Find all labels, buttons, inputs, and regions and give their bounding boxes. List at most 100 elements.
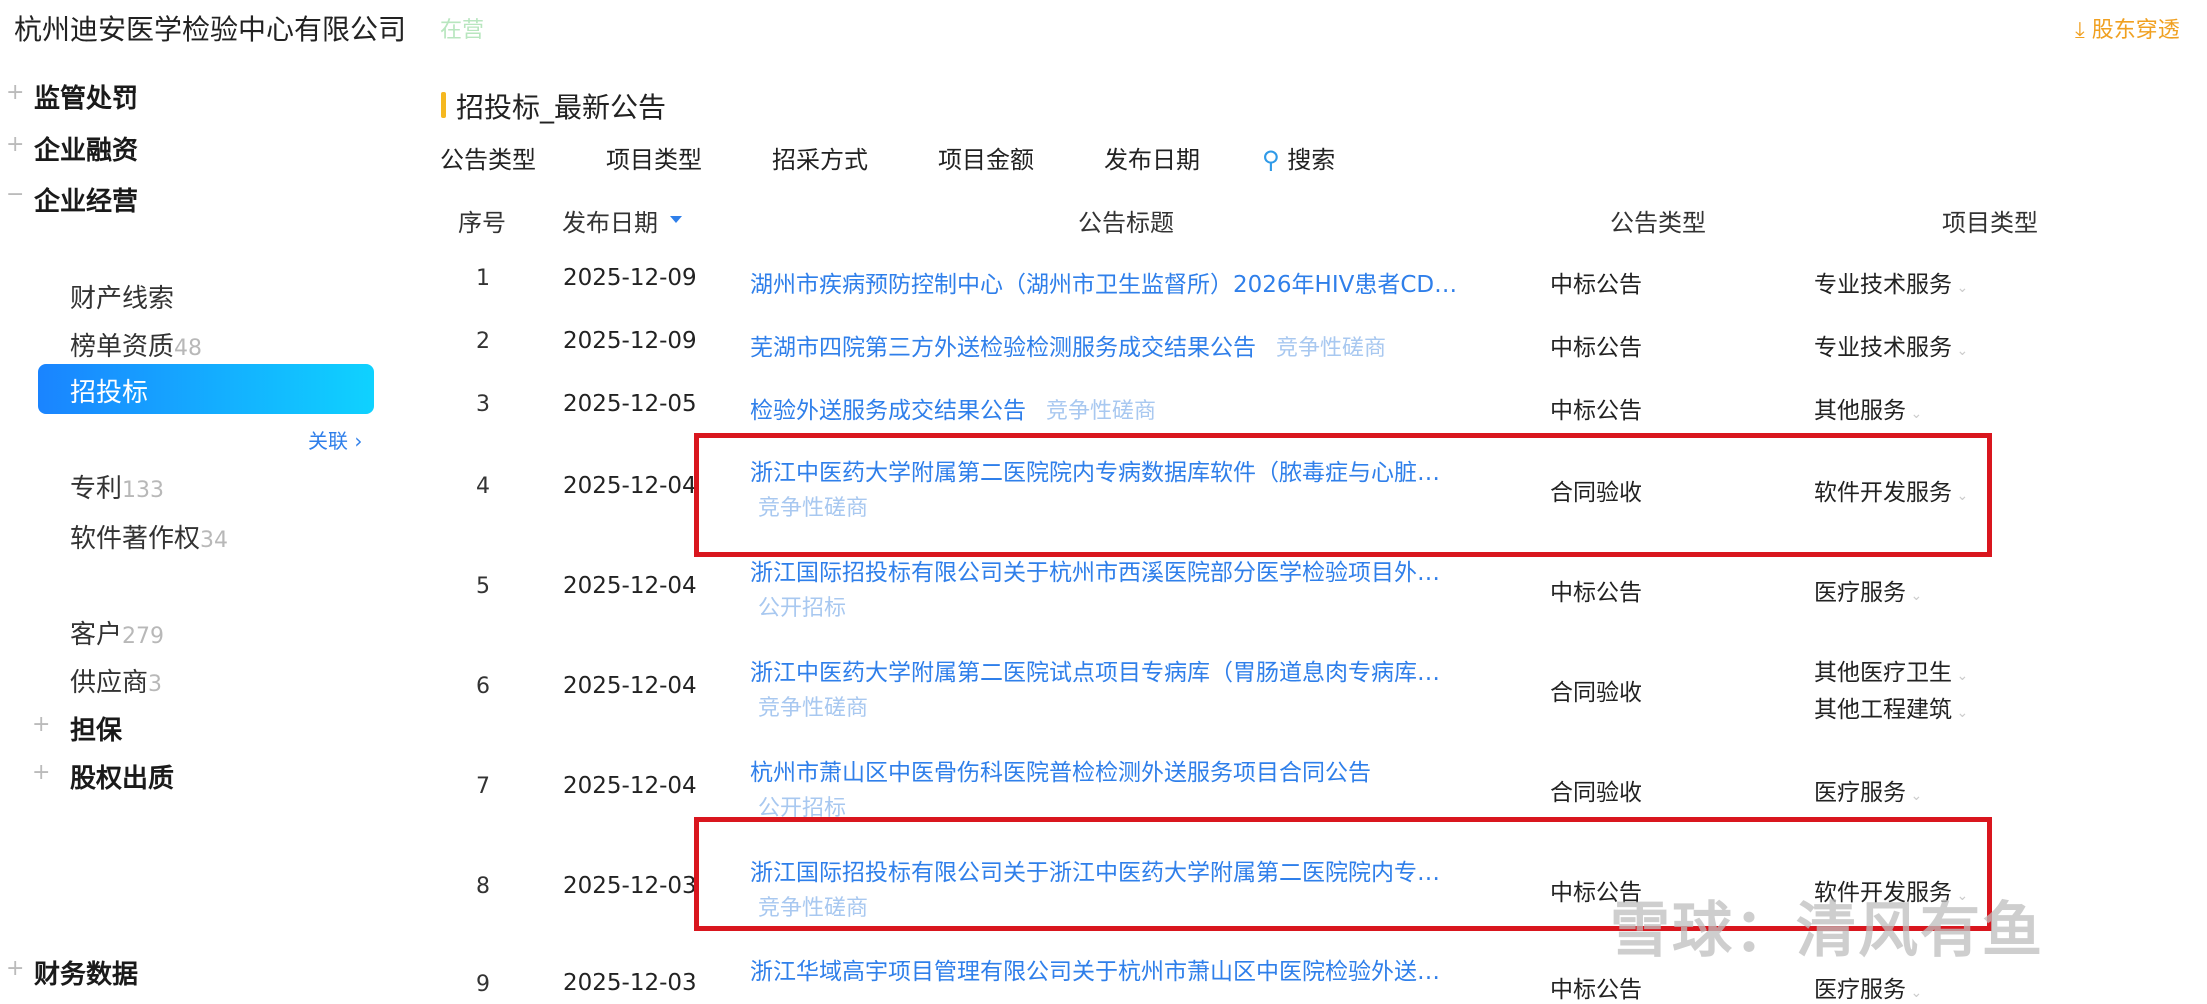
expand-icon[interactable]: + xyxy=(6,80,24,105)
row-project-type: 专业技术服务 ⌄ xyxy=(1814,335,1969,361)
sidebar-section-finance-data[interactable]: 财务数据 xyxy=(34,954,138,991)
sidebar-item-property[interactable]: 财产线索 xyxy=(70,278,174,315)
chevron-down-icon[interactable]: ⌄ xyxy=(1952,343,1968,359)
row-seq: 1 xyxy=(476,266,490,291)
count: 48 xyxy=(174,336,203,361)
sidebar-item-label: 专利 xyxy=(70,474,123,504)
row-project-type: 其他医疗卫生 ⌄ xyxy=(1814,660,1969,686)
row-title-cell: 芜湖市四院第三方外送检验检测服务成交结果公告 竞争性磋商 xyxy=(750,328,1386,362)
row-date: 2025-12-04 xyxy=(563,773,697,799)
related-link[interactable]: 关联 › xyxy=(308,425,362,454)
col-seq: 序号 xyxy=(458,209,506,237)
row-title-link[interactable]: 浙江华域高宇项目管理有限公司关于杭州市萧山区中医院检验外送… xyxy=(750,952,1440,986)
filter-publish-date[interactable]: 发布日期 xyxy=(1104,140,1200,175)
download-icon: ⤓ xyxy=(2075,18,2092,43)
chevron-down-icon[interactable]: ⌄ xyxy=(1906,788,1922,804)
chevron-down-icon[interactable]: ⌄ xyxy=(1952,705,1968,721)
row-seq: 6 xyxy=(476,674,490,699)
collapse-icon[interactable]: − xyxy=(6,182,24,207)
sidebar-section-equity-pledge[interactable]: 股权出质 xyxy=(70,758,174,795)
row-project-type: 专业技术服务 ⌄ xyxy=(1814,272,1969,298)
expand-icon[interactable]: + xyxy=(6,132,24,157)
row-seq: 3 xyxy=(476,392,490,417)
row-title-link[interactable]: 杭州市萧山区中医骨伤科医院普检检测外送服务项目合同公告 xyxy=(750,753,1371,787)
row-title-link[interactable]: 浙江国际招投标有限公司关于杭州市西溪医院部分医学检验项目外… xyxy=(750,553,1440,587)
row-title-link[interactable]: 浙江中医药大学附属第二医院试点项目专病库（胃肠道息肉专病库… xyxy=(750,653,1440,687)
search-icon: ⚲ xyxy=(1262,146,1288,174)
sidebar-item-label: 软件著作权 xyxy=(70,524,201,554)
title-accent-bar xyxy=(441,92,446,118)
procurement-method-tag: 竞争性磋商 xyxy=(1276,336,1387,361)
sidebar-item-bidding-label[interactable]: 招投标 xyxy=(70,372,148,409)
row-announcement-type: 中标公告 xyxy=(1550,272,1642,298)
sidebar-item-ranking[interactable]: 榜单资质48 xyxy=(70,326,202,363)
col-date[interactable]: 发布日期 xyxy=(562,203,658,238)
row-date: 2025-12-09 xyxy=(563,265,697,291)
row-project-type-2: 其他工程建筑 ⌄ xyxy=(1814,697,1969,723)
sidebar-item-customer[interactable]: 客户279 xyxy=(70,614,164,651)
chevron-right-icon: › xyxy=(348,429,363,453)
shareholder-penetration-link[interactable]: ⤓ 股东穿透 xyxy=(2075,12,2180,44)
row-project-type: 医疗服务 ⌄ xyxy=(1814,580,1923,606)
expand-icon[interactable]: + xyxy=(32,712,50,737)
company-name: 杭州迪安医学检验中心有限公司 xyxy=(14,13,407,46)
row-announcement-type: 合同验收 xyxy=(1550,680,1642,706)
row-title-cell: 检验外送服务成交结果公告 竞争性磋商 xyxy=(750,391,1156,425)
expand-icon[interactable]: + xyxy=(6,956,24,981)
row-announcement-type: 中标公告 xyxy=(1550,335,1642,361)
filter-project-type[interactable]: 项目类型 xyxy=(606,140,702,175)
highlight-box xyxy=(694,433,1992,557)
row-seq: 5 xyxy=(476,574,490,599)
row-title-link[interactable]: 检验外送服务成交结果公告 xyxy=(750,398,1026,424)
row-date: 2025-12-03 xyxy=(563,873,697,899)
procurement-method-tag: 竞争性磋商 xyxy=(1046,399,1157,424)
col-title: 公告标题 xyxy=(1078,209,1174,237)
sidebar-section-guarantee[interactable]: 担保 xyxy=(70,710,122,747)
sort-desc-icon[interactable] xyxy=(670,216,682,223)
row-date: 2025-12-05 xyxy=(563,391,697,417)
row-date: 2025-12-03 xyxy=(563,970,697,996)
row-date: 2025-12-09 xyxy=(563,328,697,354)
row-project-type: 其他服务 ⌄ xyxy=(1814,398,1923,424)
chevron-down-icon[interactable]: ⌄ xyxy=(1906,406,1922,422)
sidebar-item-label: 客户 xyxy=(70,620,123,650)
filter-project-amount[interactable]: 项目金额 xyxy=(938,140,1034,175)
filter-procurement-method[interactable]: 招采方式 xyxy=(772,140,868,175)
col-project-type: 项目类型 xyxy=(1942,209,2038,237)
sidebar-section-financing[interactable]: 企业融资 xyxy=(34,130,138,167)
row-title-link[interactable]: 湖州市疾病预防控制中心（湖州市卫生监督所）2026年HIV患者CD… xyxy=(750,265,1457,299)
count: 34 xyxy=(200,528,229,553)
chevron-down-icon[interactable]: ⌄ xyxy=(1952,668,1968,684)
watermark: 雪球：清风有鱼 xyxy=(1610,896,2044,966)
row-seq: 4 xyxy=(476,474,490,499)
row-seq: 2 xyxy=(476,329,490,354)
chevron-down-icon[interactable]: ⌄ xyxy=(1906,985,1922,1001)
row-announcement-type: 合同验收 xyxy=(1550,780,1642,806)
sidebar-item-supplier[interactable]: 供应商3 xyxy=(70,662,162,699)
expand-icon[interactable]: + xyxy=(32,760,50,785)
sidebar-section-penalty[interactable]: 监管处罚 xyxy=(34,78,138,115)
row-date: 2025-12-04 xyxy=(563,573,697,599)
sidebar-item-software-copyright[interactable]: 软件著作权34 xyxy=(70,518,228,555)
sidebar-item-label: 榜单资质 xyxy=(70,332,175,362)
row-date: 2025-12-04 xyxy=(563,673,697,699)
sidebar-section-operation[interactable]: 企业经营 xyxy=(34,181,138,218)
count: 133 xyxy=(122,478,165,503)
row-project-type: 医疗服务 ⌄ xyxy=(1814,977,1923,1003)
row-title-link[interactable]: 芜湖市四院第三方外送检验检测服务成交结果公告 xyxy=(750,335,1256,361)
row-announcement-type: 中标公告 xyxy=(1550,580,1642,606)
count: 3 xyxy=(148,672,163,697)
sidebar-item-patent[interactable]: 专利133 xyxy=(70,468,164,505)
procurement-method-tag: 公开招标 xyxy=(758,596,847,621)
section-title: 招投标_最新公告 xyxy=(456,91,667,124)
row-seq: 8 xyxy=(476,874,490,899)
col-announcement-type: 公告类型 xyxy=(1610,209,1706,237)
chevron-down-icon[interactable]: ⌄ xyxy=(1952,280,1968,296)
row-project-type: 医疗服务 ⌄ xyxy=(1814,780,1923,806)
row-date: 2025-12-04 xyxy=(563,473,697,499)
status-badge: 在营 xyxy=(440,18,485,43)
filter-announcement-type[interactable]: 公告类型 xyxy=(440,140,536,175)
chevron-down-icon[interactable]: ⌄ xyxy=(1906,588,1922,604)
search-button[interactable]: ⚲ 搜索 xyxy=(1262,140,1335,175)
row-seq: 7 xyxy=(476,774,490,799)
